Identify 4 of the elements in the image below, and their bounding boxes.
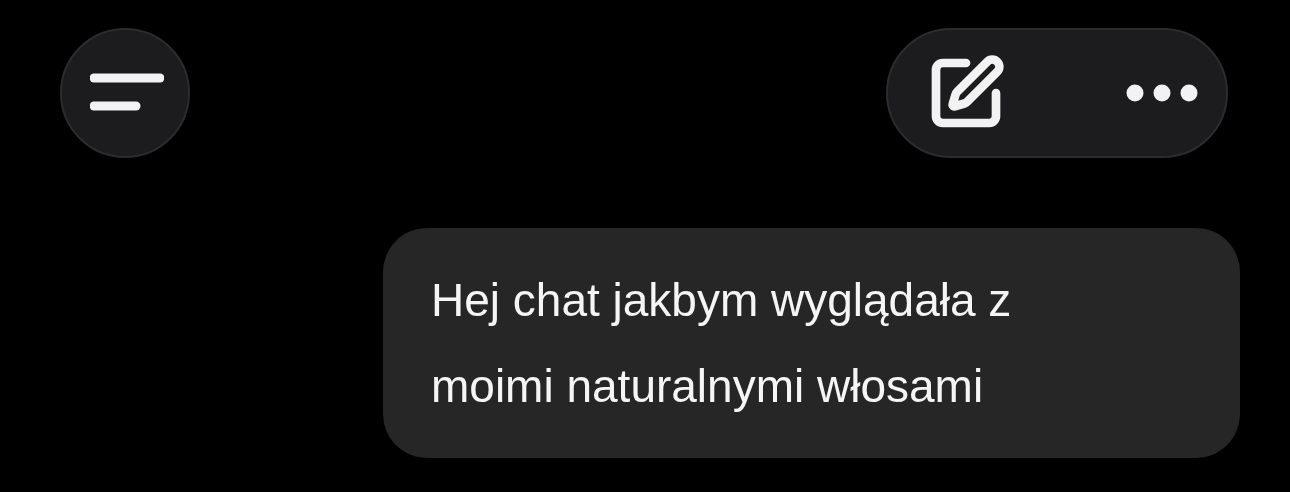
message-text: Hej chat jakbym wyglądała z moimi naturalnymi włosami: [431, 273, 1013, 414]
more-button[interactable]: [1126, 84, 1198, 102]
more-icon: [1126, 84, 1198, 102]
menu-icon: [90, 73, 164, 113]
